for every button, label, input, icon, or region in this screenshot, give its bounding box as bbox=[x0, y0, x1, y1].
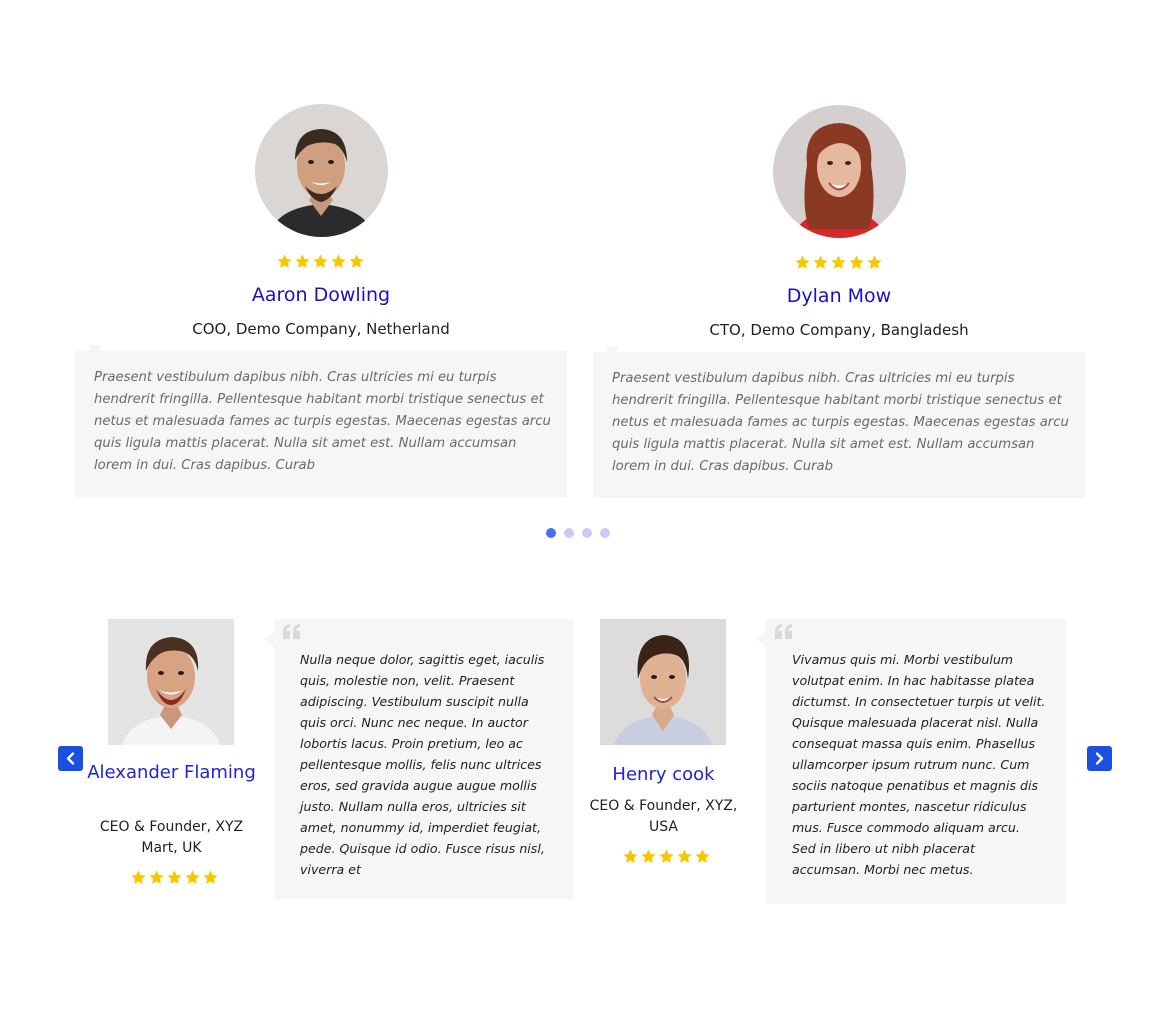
quote-icon bbox=[775, 624, 792, 639]
star-icon bbox=[330, 253, 347, 270]
avatar-dylan-mow bbox=[773, 105, 906, 238]
testimonial-quote: Praesent vestibulum dapibus nibh. Cras u… bbox=[612, 371, 1069, 474]
star-icon bbox=[312, 253, 329, 270]
quote-notch bbox=[89, 345, 100, 355]
testimonial-quote: Nulla neque dolor, sagittis eget, iaculi… bbox=[300, 652, 545, 877]
rating-stars bbox=[622, 848, 711, 865]
star-icon bbox=[166, 869, 183, 886]
testimonial-quote: Vivamus quis mi. Morbi vestibulum volutp… bbox=[792, 652, 1046, 877]
testimonial-role: COO, Demo Company, Netherland bbox=[192, 320, 450, 338]
testimonial-name: Aaron Dowling bbox=[251, 284, 391, 306]
rating-stars bbox=[130, 869, 219, 886]
star-icon bbox=[348, 253, 365, 270]
testimonial-quote-box: Praesent vestibulum dapibus nibh. Cras u… bbox=[75, 345, 567, 497]
slider-pagination bbox=[546, 528, 610, 538]
star-icon bbox=[694, 848, 711, 865]
testimonial-quote-box: Praesent vestibulum dapibus nibh. Cras u… bbox=[593, 346, 1085, 498]
star-icon bbox=[812, 254, 829, 271]
testimonial-role: CTO, Demo Company, Bangladesh bbox=[709, 321, 969, 339]
quote-notch bbox=[607, 346, 618, 356]
chevron-left-icon bbox=[66, 752, 75, 765]
star-icon bbox=[276, 253, 293, 270]
star-icon bbox=[202, 869, 219, 886]
star-icon bbox=[130, 869, 147, 886]
star-icon bbox=[830, 254, 847, 271]
star-icon bbox=[794, 254, 811, 271]
star-icon bbox=[676, 848, 693, 865]
star-icon bbox=[866, 254, 883, 271]
avatar-aaron-dowling bbox=[255, 104, 388, 237]
pagination-dot-3[interactable] bbox=[582, 528, 592, 538]
testimonial-name: Henry cook bbox=[612, 764, 715, 785]
testimonial-quote-box: Nulla neque dolor, sagittis eget, iaculi… bbox=[264, 619, 574, 899]
avatar-alexander-flaming bbox=[108, 619, 234, 745]
pagination-dot-1[interactable] bbox=[546, 528, 556, 538]
pagination-dot-2[interactable] bbox=[564, 528, 574, 538]
star-icon bbox=[848, 254, 865, 271]
rating-stars bbox=[794, 254, 883, 271]
pagination-dot-4[interactable] bbox=[600, 528, 610, 538]
prev-button[interactable] bbox=[58, 746, 83, 771]
quote-pointer bbox=[756, 631, 766, 647]
testimonial-name: Alexander Flaming bbox=[87, 762, 256, 783]
next-button[interactable] bbox=[1087, 746, 1112, 771]
quote-pointer bbox=[264, 631, 274, 647]
testimonial-quote: Praesent vestibulum dapibus nibh. Cras u… bbox=[94, 370, 551, 473]
star-icon bbox=[640, 848, 657, 865]
star-icon bbox=[658, 848, 675, 865]
star-icon bbox=[622, 848, 639, 865]
testimonial-quote-box: Vivamus quis mi. Morbi vestibulum volutp… bbox=[756, 619, 1066, 904]
star-icon bbox=[294, 253, 311, 270]
star-icon bbox=[184, 869, 201, 886]
chevron-right-icon bbox=[1095, 752, 1104, 765]
star-icon bbox=[148, 869, 165, 886]
rating-stars bbox=[276, 253, 365, 270]
testimonial-name: Dylan Mow bbox=[786, 285, 892, 307]
testimonial-role: CEO & Founder, XYZ, USA bbox=[589, 798, 738, 835]
testimonial-role: CEO & Founder, XYZ Mart, UK bbox=[99, 819, 244, 856]
avatar-henry-cook bbox=[600, 619, 726, 745]
quote-icon bbox=[283, 624, 300, 639]
